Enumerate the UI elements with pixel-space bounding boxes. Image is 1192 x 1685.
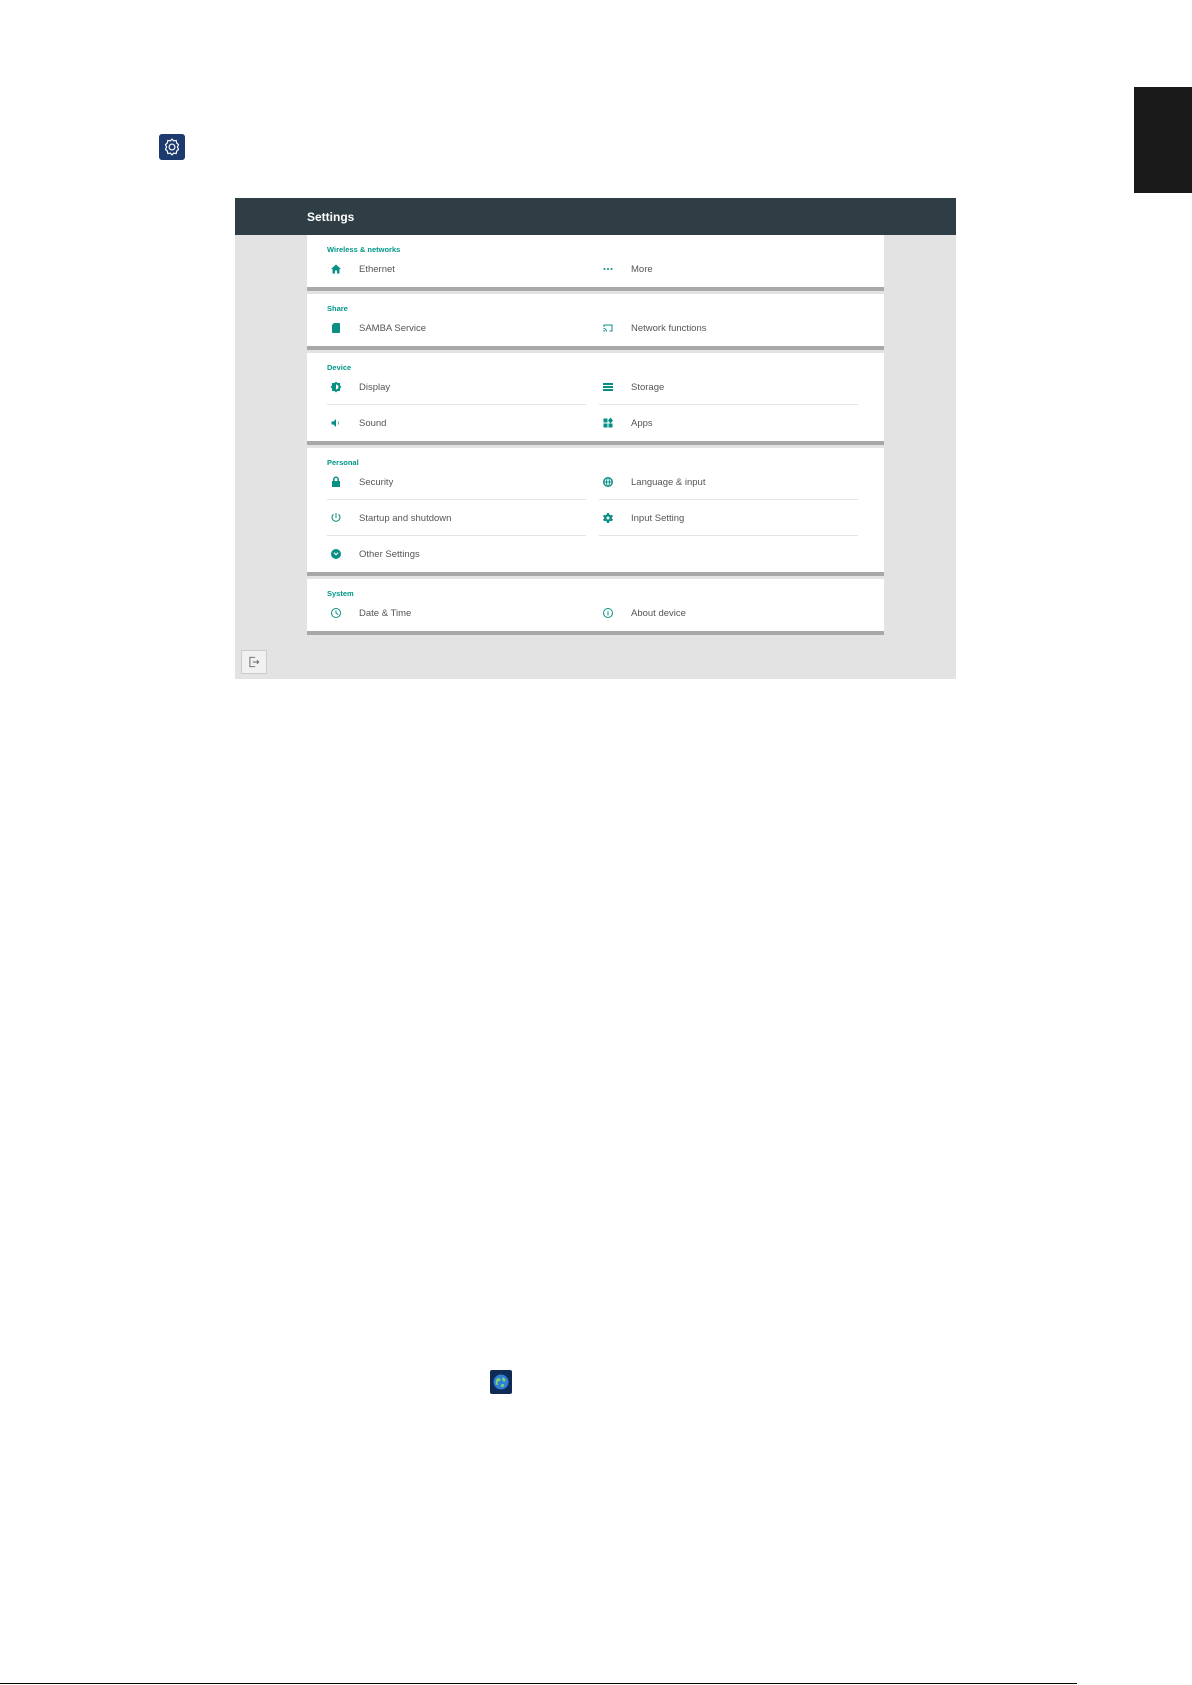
settings-section: Device Display Storage Sound Apps [307, 353, 884, 445]
page-rule [0, 1683, 1077, 1684]
settings-item[interactable]: Input Setting [599, 500, 871, 536]
settings-item-label: Input Setting [631, 512, 685, 524]
side-tab [1134, 87, 1192, 193]
info-icon [601, 606, 615, 620]
chevron-circle-icon [329, 547, 343, 561]
settings-item-label: Network functions [631, 322, 707, 334]
settings-item[interactable]: Other Settings [327, 536, 599, 572]
section-header: Device [327, 363, 352, 372]
settings-item-label: More [631, 263, 653, 275]
app-bar: Settings [235, 198, 956, 235]
lock-icon [329, 475, 343, 489]
power-icon [329, 511, 343, 525]
settings-item-label: Language & input [631, 476, 706, 488]
cast-icon [601, 321, 615, 335]
section-header: Wireless & networks [327, 245, 401, 254]
settings-item-label: Other Settings [359, 548, 420, 560]
settings-gear-icon [159, 134, 185, 160]
settings-item-label: Display [359, 381, 391, 393]
settings-item-label: Security [359, 476, 394, 488]
exit-button[interactable] [241, 650, 267, 674]
apps-icon [601, 416, 615, 430]
settings-item[interactable]: Language & input [599, 464, 871, 500]
brightness-icon [329, 380, 343, 394]
settings-item-label: Storage [631, 381, 665, 393]
settings-item[interactable]: More [599, 251, 871, 287]
settings-item[interactable]: Storage [599, 369, 871, 405]
clock-icon [329, 606, 343, 620]
settings-section: Share SAMBA Service Network functions [307, 294, 884, 350]
settings-item[interactable]: Network functions [599, 310, 871, 346]
settings-item-label: Ethernet [359, 263, 395, 275]
settings-item[interactable]: Display [327, 369, 599, 405]
settings-section: System Date & Time About device [307, 579, 884, 635]
settings-section: Wireless & networks Ethernet More [307, 235, 884, 291]
sd-card-icon [329, 321, 343, 335]
exit-icon [249, 656, 260, 668]
globe-icon [601, 475, 615, 489]
home-icon [329, 262, 343, 276]
settings-item[interactable]: Ethernet [327, 251, 599, 287]
settings-item-label: About device [631, 607, 686, 619]
gear-icon [601, 511, 615, 525]
page-title: Settings [307, 210, 355, 224]
settings-item[interactable]: Apps [599, 405, 871, 441]
section-header: Personal [327, 458, 359, 467]
section-header: System [327, 589, 354, 598]
volume-icon [329, 416, 343, 430]
settings-item-label: SAMBA Service [359, 322, 427, 334]
settings-item[interactable]: Sound [327, 405, 599, 441]
browser-globe-icon [490, 1370, 512, 1394]
settings-item[interactable]: Security [327, 464, 599, 500]
settings-item-label: Apps [631, 417, 653, 429]
settings-screen: Settings Wireless & networks Ethernet More… [235, 198, 956, 679]
settings-item[interactable]: SAMBA Service [327, 310, 599, 346]
more-dots-icon [601, 262, 615, 276]
settings-item-label: Startup and shutdown [359, 512, 452, 524]
settings-section: Personal Security Language & input Startup … [307, 448, 884, 576]
settings-item-label: Date & Time [359, 607, 412, 619]
settings-list: Wireless & networks Ethernet More Share SAMB… [307, 235, 884, 638]
settings-item[interactable]: About device [599, 595, 871, 631]
settings-item[interactable]: Date & Time [327, 595, 599, 631]
storage-icon [601, 380, 615, 394]
settings-item-label: Sound [359, 417, 387, 429]
section-header: Share [327, 304, 348, 313]
settings-item[interactable]: Startup and shutdown [327, 500, 599, 536]
